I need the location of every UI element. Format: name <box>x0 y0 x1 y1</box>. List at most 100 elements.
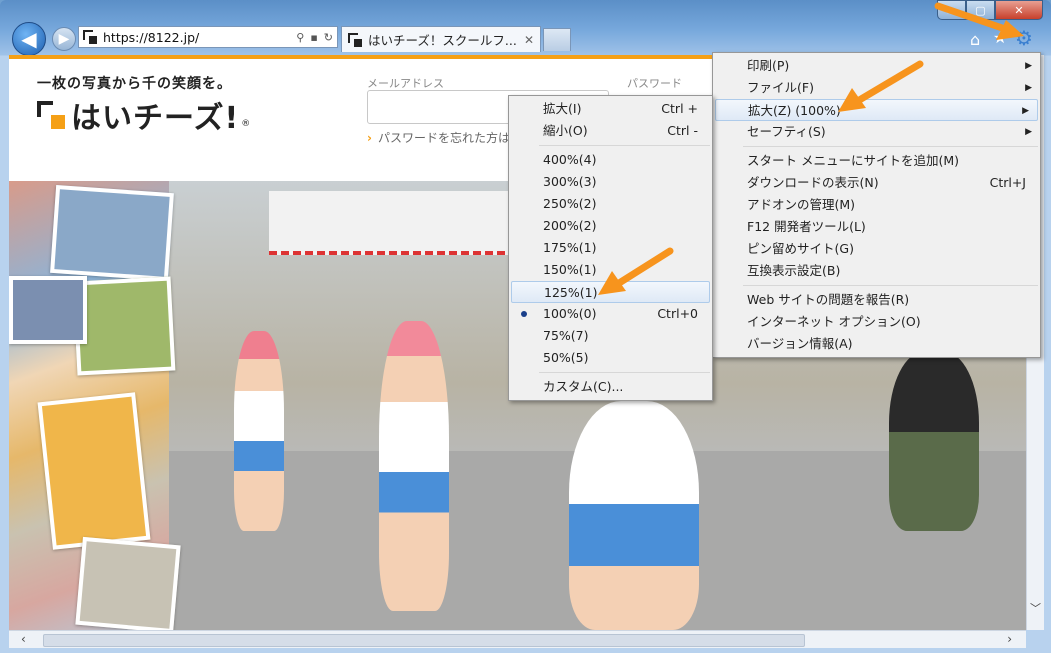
menu-item-shortcut: Ctrl - <box>667 123 698 138</box>
site-logo[interactable]: はいチーズ! ® <box>37 93 250 137</box>
menu-item-add-site-start[interactable]: スタート メニューにサイトを追加(M) <box>713 150 1040 172</box>
back-arrow-icon: ◀ <box>21 27 37 51</box>
menu-separator <box>743 285 1038 286</box>
menu-item-label: バージョン情報(A) <box>747 336 853 351</box>
selected-radio-dot-icon <box>521 311 527 317</box>
menu-item-label: F12 開発者ツール(L) <box>747 219 866 234</box>
menu-item-label: 拡大(Z) (100%) <box>748 103 841 118</box>
collage-photo <box>9 276 87 344</box>
email-label: メールアドレス <box>367 77 444 90</box>
submenu-arrow-icon: ▶ <box>1022 106 1029 116</box>
collage-photo <box>75 536 181 630</box>
menu-item-label: ダウンロードの表示(N) <box>747 175 879 190</box>
chevron-right-icon: › <box>367 131 372 145</box>
child-figure <box>234 331 284 531</box>
horizontal-scroll-thumb[interactable] <box>43 634 805 647</box>
menu-item-safety[interactable]: セーフティ(S) ▶ <box>713 121 1040 143</box>
back-button[interactable]: ◀ <box>12 22 46 56</box>
password-label: パスワード <box>627 77 682 90</box>
menu-item-label: 300%(3) <box>543 174 597 189</box>
zoom-custom-item[interactable]: カスタム(C)... <box>509 376 712 398</box>
collage-photo <box>50 184 174 282</box>
menu-item-view-downloads[interactable]: ダウンロードの表示(N) Ctrl+J <box>713 172 1040 194</box>
collage-photo <box>72 276 176 376</box>
menu-item-shortcut: Ctrl+J <box>989 175 1026 190</box>
forgot-password-text: パスワードを忘れた方は <box>377 131 510 145</box>
refresh-icon[interactable]: ↻ <box>324 31 333 44</box>
menu-item-label: ピン留めサイト(G) <box>747 241 854 256</box>
menu-item-report-problem[interactable]: Web サイトの問題を報告(R) <box>713 289 1040 311</box>
address-url[interactable]: https://8122.jp/ <box>103 30 296 45</box>
menu-item-shortcut: Ctrl + <box>661 101 698 116</box>
horizontal-scrollbar[interactable]: ‹ › <box>9 630 1026 648</box>
menu-item-compat-view[interactable]: 互換表示設定(B) <box>713 260 1040 282</box>
menu-separator <box>539 372 710 373</box>
zoom-75-item[interactable]: 75%(7) <box>509 325 712 347</box>
menu-item-label: セーフティ(S) <box>747 124 826 139</box>
collage-photo <box>37 392 151 550</box>
zoom-400-item[interactable]: 400%(4) <box>509 149 712 171</box>
site-favicon-icon <box>83 30 97 44</box>
menu-item-label: 400%(4) <box>543 152 597 167</box>
menu-item-dev-tools[interactable]: F12 開発者ツール(L) <box>713 216 1040 238</box>
submenu-arrow-icon: ▶ <box>1025 127 1032 137</box>
menu-item-label: Web サイトの問題を報告(R) <box>747 292 910 307</box>
zoom-300-item[interactable]: 300%(3) <box>509 171 712 193</box>
child-figure <box>569 401 699 630</box>
logo-text: はいチーズ! <box>71 101 240 136</box>
menu-item-label: インターネット オプション(O) <box>747 314 921 329</box>
forgot-password-link[interactable]: › パスワードを忘れた方は <box>367 129 510 146</box>
menu-separator <box>743 146 1038 147</box>
menu-item-about[interactable]: バージョン情報(A) <box>713 333 1040 355</box>
photographer-figure <box>889 351 979 531</box>
menu-item-internet-options[interactable]: インターネット オプション(O) <box>713 311 1040 333</box>
annotation-arrow-gear <box>934 2 1024 40</box>
menu-item-label: 250%(2) <box>543 196 597 211</box>
menu-item-label: 200%(2) <box>543 218 597 233</box>
forward-arrow-icon: ▶ <box>58 31 70 47</box>
scroll-left-icon[interactable]: ‹ <box>21 632 26 646</box>
tab-favicon-icon <box>348 32 362 47</box>
child-figure <box>379 321 449 611</box>
submenu-arrow-icon: ▶ <box>1025 61 1032 71</box>
tab-title: はいチーズ！スクールフ... <box>368 33 517 48</box>
zoom-200-item[interactable]: 200%(2) <box>509 215 712 237</box>
tent-shape <box>269 191 529 255</box>
zoom-100-item[interactable]: 100%(0) Ctrl+0 <box>509 303 712 325</box>
menu-item-label: カスタム(C)... <box>543 379 624 394</box>
menu-item-pinned-sites[interactable]: ピン留めサイト(G) <box>713 238 1040 260</box>
zoom-250-item[interactable]: 250%(2) <box>509 193 712 215</box>
tab-active[interactable]: はいチーズ！スクールフ... ✕ <box>341 26 541 52</box>
menu-item-label: 印刷(P) <box>747 58 790 73</box>
zoom-out-item[interactable]: 縮小(O) Ctrl - <box>509 120 712 142</box>
annotation-arrow-zoom <box>838 60 924 112</box>
photo-collage <box>9 181 181 630</box>
forward-button[interactable]: ▶ <box>52 27 76 51</box>
menu-item-label: スタート メニューにサイトを追加(M) <box>747 153 960 168</box>
menu-item-label: 100%(0) <box>543 306 597 321</box>
logo-mark-icon <box>37 101 65 129</box>
zoom-in-item[interactable]: 拡大(I) Ctrl + <box>509 98 712 120</box>
lock-icon[interactable]: ▪ <box>310 31 317 44</box>
scroll-right-icon[interactable]: › <box>1007 632 1012 646</box>
menu-item-label: 50%(5) <box>543 350 589 365</box>
menu-item-label: ファイル(F) <box>747 80 814 95</box>
search-icon[interactable]: ⚲ <box>296 31 304 44</box>
scroll-down-icon[interactable]: ﹀ <box>1030 600 1041 616</box>
menu-item-label: 75%(7) <box>543 328 589 343</box>
menu-item-label: 150%(1) <box>543 262 597 277</box>
zoom-50-item[interactable]: 50%(5) <box>509 347 712 369</box>
menu-item-label: 縮小(O) <box>543 123 588 138</box>
menu-item-label: 拡大(I) <box>543 101 582 116</box>
annotation-arrow-125 <box>598 247 674 295</box>
address-bar[interactable]: https://8122.jp/ ⚲ ▪ ↻ <box>78 26 338 48</box>
tab-close-icon[interactable]: ✕ <box>524 33 534 47</box>
submenu-arrow-icon: ▶ <box>1025 83 1032 93</box>
menu-item-label: 175%(1) <box>543 240 597 255</box>
menu-item-manage-addons[interactable]: アドオンの管理(M) <box>713 194 1040 216</box>
menu-item-shortcut: Ctrl+0 <box>657 306 698 321</box>
logo-registered-mark: ® <box>241 119 251 129</box>
menu-separator <box>539 145 710 146</box>
new-tab-button[interactable] <box>543 28 571 51</box>
site-tagline: 一枚の写真から千の笑顔を。 <box>37 76 232 92</box>
